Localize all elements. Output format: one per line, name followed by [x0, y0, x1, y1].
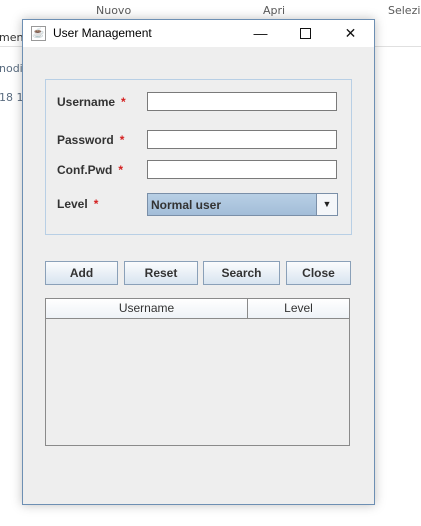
maximize-button[interactable] — [283, 20, 328, 47]
required-marker: * — [119, 133, 125, 147]
background-select-label: Selezi — [388, 4, 421, 17]
dialog-title: User Management — [53, 26, 152, 40]
background-divider — [375, 46, 421, 47]
background-new-label: Nuovo — [96, 4, 132, 17]
close-window-button[interactable]: ✕ — [328, 20, 373, 47]
level-select[interactable]: Normal user ▼ — [147, 193, 338, 216]
users-table[interactable]: Username Level — [45, 298, 350, 446]
maximize-icon — [300, 27, 311, 39]
background-open-label: Apri — [263, 4, 286, 17]
close-button[interactable]: Close — [286, 261, 351, 285]
required-marker: * — [118, 163, 123, 177]
username-field[interactable] — [147, 92, 337, 111]
user-management-dialog: ☕ User Management — ✕ Username * Password… — [22, 19, 375, 505]
confirm-password-label: Conf.Pwd * — [57, 163, 123, 177]
level-label: Level * — [57, 197, 99, 211]
background-divider — [0, 46, 22, 47]
username-label: Username * — [57, 95, 126, 109]
minimize-button[interactable]: — — [238, 20, 283, 47]
required-marker: * — [121, 95, 126, 109]
reset-button[interactable]: Reset — [124, 261, 198, 285]
password-label: Password * — [57, 133, 125, 147]
password-field[interactable] — [147, 130, 337, 149]
chevron-down-icon[interactable]: ▼ — [316, 194, 337, 215]
background-partial-text: 18 1 — [0, 91, 24, 104]
column-header-level[interactable]: Level — [248, 299, 350, 319]
java-icon: ☕ — [31, 26, 46, 41]
search-button[interactable]: Search — [203, 261, 280, 285]
confirm-password-field[interactable] — [147, 160, 337, 179]
title-bar[interactable]: ☕ User Management — ✕ — [23, 20, 374, 47]
level-selected-value: Normal user — [151, 198, 222, 212]
required-marker: * — [93, 197, 99, 211]
column-header-username[interactable]: Username — [46, 299, 248, 319]
add-button[interactable]: Add — [45, 261, 118, 285]
